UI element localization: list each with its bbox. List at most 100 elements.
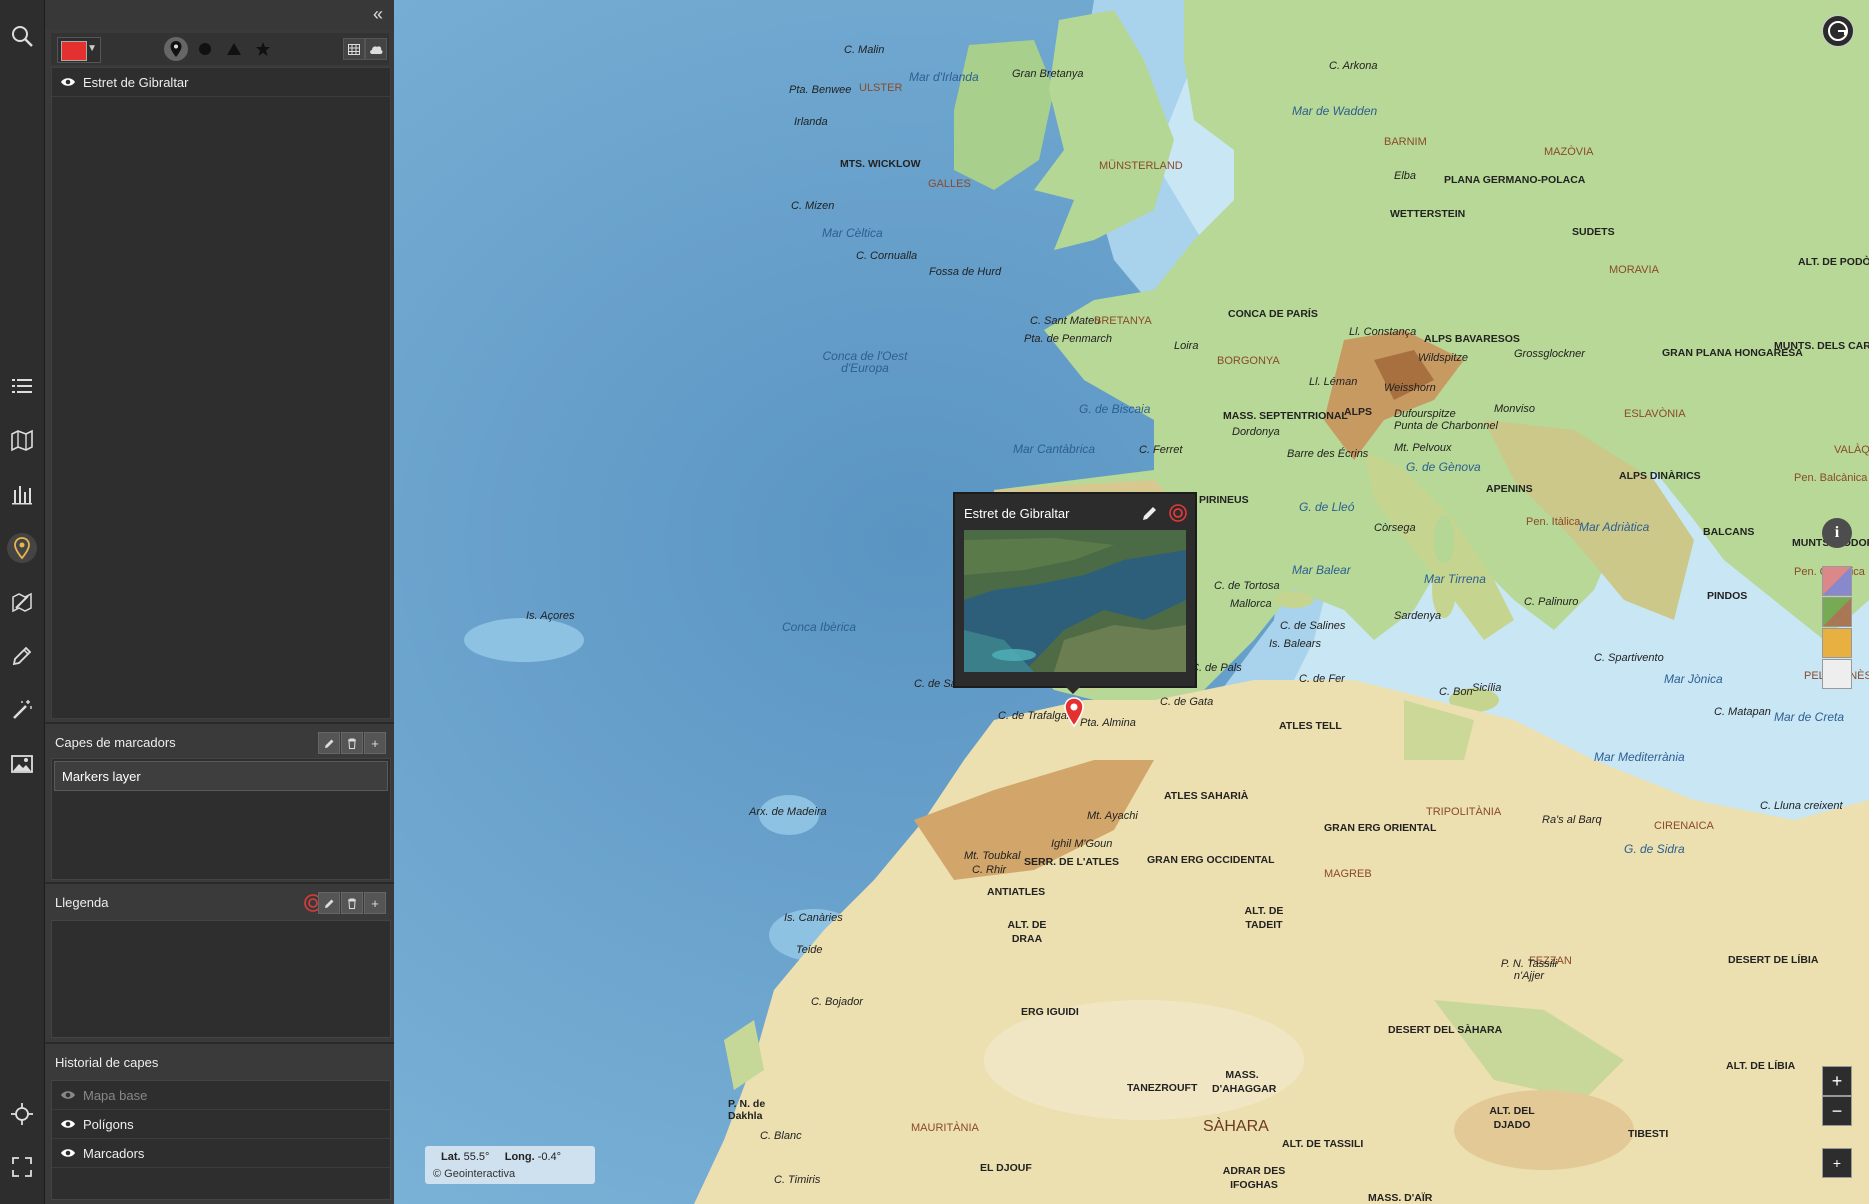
- list-item[interactable]: Estret de Gibraltar: [52, 68, 390, 97]
- search-icon[interactable]: [0, 14, 44, 58]
- basemap-relief-thumb[interactable]: [1822, 597, 1852, 627]
- add-layer-button[interactable]: +: [364, 732, 386, 754]
- map-label: ALT. DE LÍBIA: [1726, 1060, 1796, 1072]
- table-icon[interactable]: [343, 38, 365, 60]
- zoom-out-button[interactable]: −: [1822, 1096, 1852, 1126]
- map-label: MTS. WICKLOW: [840, 158, 921, 170]
- list-icon[interactable]: [0, 364, 44, 408]
- map-label: Conca de l'Oest d'Europa: [822, 349, 908, 375]
- crosshair-icon[interactable]: +: [1822, 1148, 1852, 1178]
- edit-legend-button[interactable]: [318, 892, 340, 914]
- map-label: ULSTER: [859, 82, 903, 94]
- map-label: ALPS: [1344, 406, 1373, 418]
- map-label: BARNIM: [1384, 136, 1427, 148]
- basemap-political-thumb[interactable]: [1822, 566, 1852, 596]
- fullscreen-icon[interactable]: [0, 1145, 44, 1189]
- list-item[interactable]: Marcadors: [52, 1139, 390, 1168]
- marker-pin-icon[interactable]: [1063, 697, 1085, 727]
- magic-wand-icon[interactable]: [0, 688, 44, 732]
- map-label: ALT. DEL DJADO: [1489, 1105, 1535, 1131]
- map-label: MAGREB: [1324, 868, 1372, 880]
- popup-title: Estret de Gibraltar: [964, 506, 1070, 521]
- marker-list: Estret de Gibraltar: [51, 67, 391, 719]
- popup-pointer: [1063, 684, 1083, 694]
- map-label: Fossa de Hurd: [929, 266, 1002, 278]
- map-label: Conca Ibèrica: [782, 620, 857, 634]
- close-icon[interactable]: [1169, 504, 1187, 522]
- geointeractiva-logo[interactable]: [1822, 15, 1854, 47]
- eye-icon[interactable]: [60, 1119, 76, 1129]
- basemap-blank-thumb[interactable]: [1822, 659, 1852, 689]
- map-label: Mar d'Irlanda: [909, 70, 979, 84]
- map-label: Pen. Balcànica: [1794, 472, 1868, 484]
- map-label: WETTERSTEIN: [1390, 208, 1466, 220]
- map-label: Monviso: [1494, 403, 1535, 415]
- triangle-shape-icon[interactable]: [224, 39, 244, 59]
- marker-icon[interactable]: [0, 526, 44, 570]
- chevron-down-icon: ▼: [87, 43, 97, 54]
- map-label: VALÀQUIA: [1834, 444, 1869, 456]
- section-title: Llegenda: [55, 895, 109, 910]
- map-label: PLANA GERMANO-POLACA: [1444, 174, 1586, 186]
- list-item[interactable]: Mapa base: [52, 1081, 390, 1110]
- star-shape-icon[interactable]: [253, 39, 273, 59]
- map-label: Còrsega: [1374, 522, 1416, 534]
- coordinates-readout: Lat. 55.5° Long. -0.4° © Geointeractiva: [425, 1146, 595, 1184]
- map-label: P. N. Tassili n'Ajjer: [1500, 958, 1558, 982]
- map-label: ALT. DE TADEIT: [1244, 905, 1284, 931]
- map-label: Teide: [796, 944, 823, 956]
- map-label: BRETANYA: [1094, 315, 1152, 327]
- list-item[interactable]: Markers layer: [54, 761, 388, 791]
- cloud-upload-icon[interactable]: [365, 38, 387, 60]
- map-label: Wildspitze: [1418, 352, 1469, 364]
- info-icon[interactable]: i: [1822, 518, 1852, 548]
- map-label: Mar Mediterrània: [1594, 750, 1685, 764]
- edit-map-icon[interactable]: [0, 580, 44, 624]
- bar-chart-icon[interactable]: [0, 472, 44, 516]
- map-label: Mar Tirrena: [1424, 572, 1486, 586]
- map-label: G. de Biscaia: [1079, 402, 1151, 416]
- map-label: Dordonya: [1232, 426, 1280, 438]
- map-label: ALT. DE PODÒLIA: [1798, 256, 1869, 268]
- crosshair-icon[interactable]: [0, 1092, 44, 1136]
- delete-layer-button[interactable]: [341, 732, 363, 754]
- map-label: SÀHARA: [1203, 1118, 1269, 1135]
- marker-popup[interactable]: Estret de Gibraltar: [953, 492, 1197, 688]
- map-label: Ighil M'Goun: [1051, 838, 1113, 850]
- map-label: PIRINEUS: [1199, 494, 1249, 506]
- map-label: Arx. de Madeira: [749, 806, 827, 818]
- zoom-in-button[interactable]: +: [1822, 1066, 1852, 1096]
- list-item[interactable]: Polígons: [52, 1110, 390, 1139]
- panel-header: «: [45, 0, 394, 29]
- map-label: P. N. de Dakhla: [728, 1098, 766, 1122]
- delete-legend-button[interactable]: [341, 892, 363, 914]
- eye-icon[interactable]: [60, 77, 76, 87]
- map-label: C. Timiris: [774, 1174, 821, 1186]
- add-legend-button[interactable]: +: [364, 892, 386, 914]
- marker-item-label: Estret de Gibraltar: [83, 74, 189, 90]
- edit-layer-button[interactable]: [318, 732, 340, 754]
- marker-toolbar: ▼: [51, 33, 389, 65]
- map-label: Dufourspitze: [1394, 408, 1456, 420]
- map-label: DESERT DE LÍBIA: [1728, 954, 1819, 966]
- map-layers-icon[interactable]: [0, 418, 44, 462]
- map-label: APENINS: [1486, 483, 1533, 495]
- edit-icon[interactable]: [1141, 504, 1159, 522]
- map-label: C. Matapan: [1714, 706, 1771, 718]
- map-label: Mallorca: [1230, 598, 1272, 610]
- map-label: C. Lluna creixent: [1760, 800, 1843, 812]
- map-label: Ra's al Barq: [1542, 814, 1602, 826]
- color-picker[interactable]: ▼: [57, 37, 101, 63]
- satellite-photo: [964, 530, 1186, 672]
- pin-shape-icon[interactable]: [164, 37, 188, 61]
- map-label: C. Blanc: [760, 1130, 802, 1142]
- eye-icon[interactable]: [60, 1090, 76, 1100]
- pencil-icon[interactable]: [0, 634, 44, 678]
- circle-shape-icon[interactable]: [195, 39, 215, 59]
- map-label: Pta. Benwee: [789, 84, 852, 96]
- collapse-panel-icon[interactable]: «: [368, 4, 388, 24]
- icon-rail: [0, 0, 45, 1204]
- basemap-satellite-thumb[interactable]: [1822, 628, 1852, 658]
- eye-icon[interactable]: [60, 1148, 76, 1158]
- image-icon[interactable]: [0, 742, 44, 786]
